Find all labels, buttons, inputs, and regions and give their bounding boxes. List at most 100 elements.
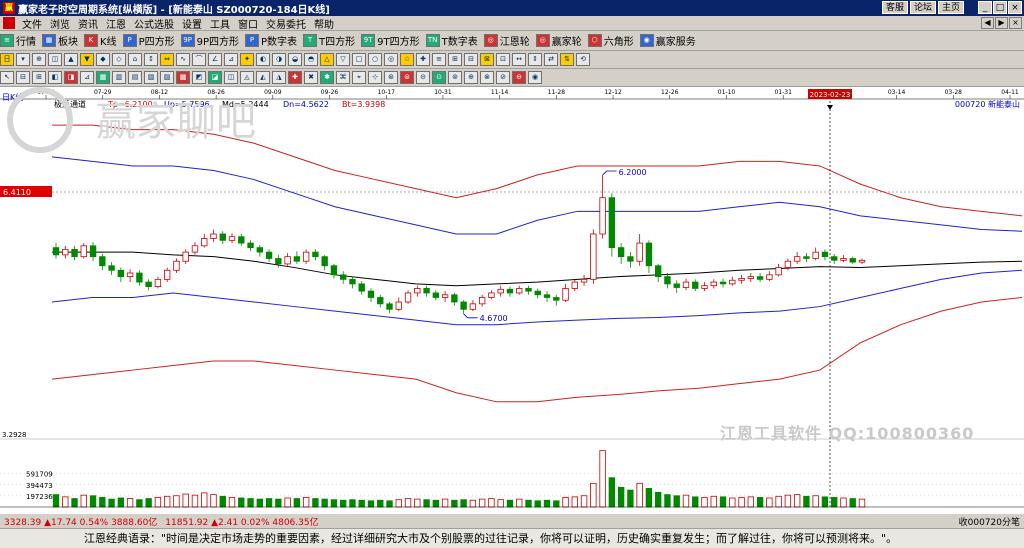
candle-body[interactable] [590,233,597,280]
candle-body[interactable] [247,242,254,249]
candle-body[interactable] [191,245,199,253]
candle-body[interactable] [330,265,338,276]
volume-bar[interactable] [784,494,792,508]
candle-body[interactable] [525,288,532,292]
candle-body[interactable] [395,301,402,310]
mdi-close-button[interactable]: × [1009,17,1022,29]
candle-body[interactable] [460,301,467,310]
volume-bar[interactable] [664,494,671,508]
candle-body[interactable] [645,242,653,267]
volume-bar[interactable] [423,499,430,508]
candle-body[interactable] [377,297,384,305]
draw-tool-icon[interactable]: ◐ [256,53,270,66]
volume-bar[interactable] [89,495,97,508]
volume-bar[interactable] [488,498,495,508]
link-forum[interactable]: 论坛 [909,1,936,14]
volume-bar[interactable] [580,495,588,508]
volume-bar[interactable] [247,498,254,508]
candle-body[interactable] [793,256,801,262]
candle-body[interactable] [52,247,60,256]
draw-tool-icon[interactable]: ◆ [96,53,110,66]
candle-body[interactable] [682,281,690,288]
candle-body[interactable] [478,297,486,305]
toolbar-button-2[interactable]: K K线 [84,33,117,48]
candle-body[interactable] [432,292,440,298]
link-support[interactable]: 客服 [881,1,908,14]
candle-body[interactable] [136,272,143,283]
candle-body[interactable] [302,251,310,262]
volume-bar[interactable] [599,450,606,508]
volume-bar[interactable] [747,496,755,508]
candle-body[interactable] [664,276,671,285]
candle-body[interactable] [265,251,273,259]
draw-tool-icon[interactable]: ✦ [240,53,254,66]
candle-body[interactable] [497,288,504,294]
period-tool-icon[interactable]: ◬ [240,71,254,84]
toolbar-button-0[interactable]: ≡ 行情 [0,33,36,48]
period-tool-icon[interactable]: ⊟ [16,71,30,84]
volume-bar[interactable] [710,495,717,508]
candle-body[interactable] [858,259,866,263]
volume-bar[interactable] [117,497,125,508]
candle-body[interactable] [99,256,106,267]
volume-bar[interactable] [692,496,699,508]
volume-bar[interactable] [312,498,319,508]
candle-body[interactable] [275,258,282,265]
status-tail[interactable]: 收000720分笔 [959,515,1020,528]
volume-bar[interactable] [265,498,273,508]
menu-file[interactable]: 文件 [18,16,46,31]
volume-bar[interactable] [840,497,847,508]
draw-tool-icon[interactable]: ▼ [80,53,94,66]
period-tool-icon[interactable]: ◩ [192,71,206,84]
period-tool-icon[interactable]: ◧ [48,71,62,84]
period-tool-icon[interactable]: ▥ [112,71,126,84]
candle-body[interactable] [469,303,477,310]
draw-tool-icon[interactable]: ▲ [64,53,78,66]
draw-tool-icon[interactable]: △ [320,53,334,66]
period-tool-icon[interactable]: ▤ [128,71,142,84]
menu-formula[interactable]: 公式选股 [130,16,178,31]
candle-body[interactable] [312,251,319,258]
mdi-prev-button[interactable]: ◀ [981,17,994,29]
volume-bar[interactable] [655,491,662,508]
candle-body[interactable] [543,294,551,298]
volume-bar[interactable] [451,499,458,508]
candle-body[interactable] [219,233,226,241]
period-tool-icon[interactable]: ⊜ [400,71,414,84]
candle-body[interactable] [117,269,125,278]
volume-bar[interactable] [627,489,634,508]
candle-body[interactable] [256,247,263,253]
candle-body[interactable] [840,258,847,261]
volume-bar[interactable] [154,497,162,508]
period-tool-icon[interactable]: ⊿ [80,71,94,84]
candle-body[interactable] [849,258,856,263]
candle-body[interactable] [201,238,208,247]
candle-body[interactable] [89,245,97,258]
period-tool-icon[interactable]: ▦ [96,71,110,84]
mdi-next-button[interactable]: ▶ [995,17,1008,29]
candle-body[interactable] [719,281,727,285]
volume-bar[interactable] [238,497,245,508]
draw-tool-icon[interactable]: ◫ [48,53,62,66]
candle-body[interactable] [738,278,745,281]
period-tool-icon[interactable]: ⊕ [464,71,478,84]
period-tool-icon[interactable]: ✱ [320,71,334,84]
volume-bar[interactable] [571,496,578,508]
period-tool-icon[interactable]: ⊚ [448,71,462,84]
volume-bar[interactable] [590,482,597,508]
menu-gann[interactable]: 江恩 [102,16,130,31]
draw-tool-icon[interactable]: ⌒ [192,53,206,66]
volume-bar[interactable] [108,498,115,508]
draw-tool-icon[interactable]: ◇ [112,53,126,66]
candle-body[interactable] [812,251,819,259]
period-tool-icon[interactable]: ◮ [272,71,286,84]
candle-body[interactable] [571,281,578,289]
candle-body[interactable] [803,256,810,259]
period-tool-icon[interactable]: ◫ [224,71,238,84]
volume-bar[interactable] [358,499,365,508]
candle-body[interactable] [451,294,458,303]
draw-tool-icon[interactable]: ◎ [384,53,398,66]
toolbar-button-8[interactable]: TN T数字表 [425,33,478,48]
toolbar-button-7[interactable]: 9T 9T四方形 [361,33,420,48]
period-tool-icon[interactable]: ⊛ [384,71,398,84]
